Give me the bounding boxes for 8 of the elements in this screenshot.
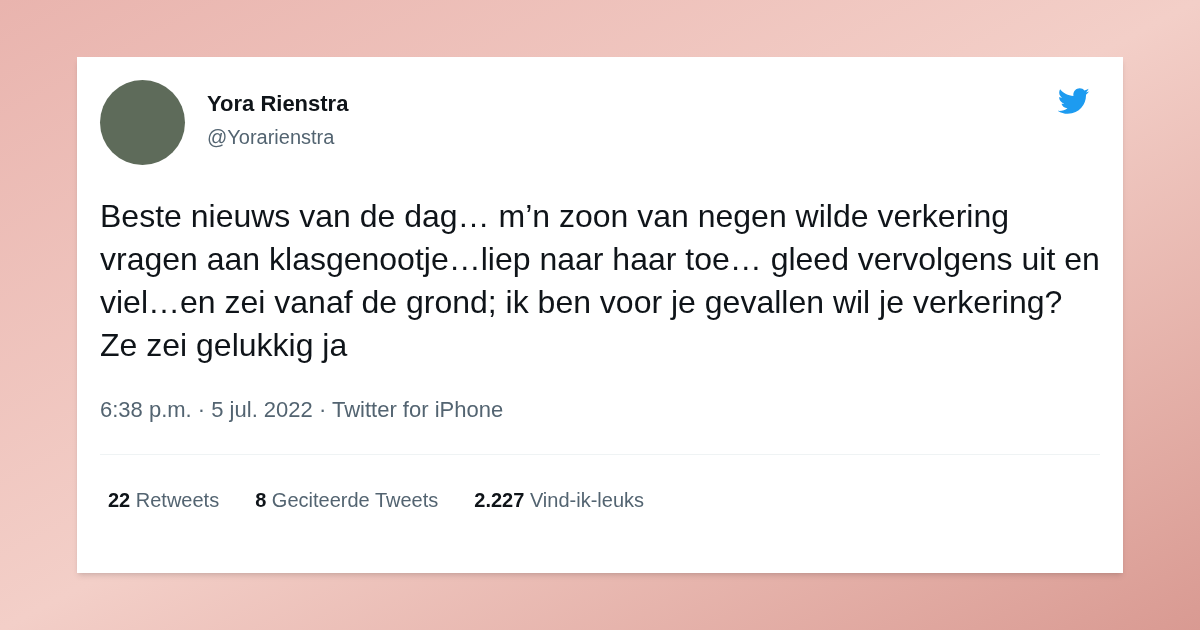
tweet-timestamp[interactable]: 6:38 p.m. · 5 jul. 2022 · Twitter for iPhone (100, 393, 1100, 426)
tweet-stat-link[interactable]: 8 Geciteerde Tweets (255, 485, 439, 515)
tweet-stat-link[interactable]: 2.227 Vind-ik-leuks (474, 485, 644, 515)
author-handle[interactable]: @Yorarienstra (207, 124, 349, 150)
bird-logo-icon (1058, 88, 1090, 115)
tweet-stat-link[interactable]: 22 Retweets (108, 485, 220, 515)
tweet-text: Beste nieuws van de dag… m’n zoon van negen wilde verkering vragen aan klasgenootje…liep naar haar toe… gleed vervolgens uit en viel…en zei vanaf de grond; ik ben voor je gevallen wil je verkering? Ze zei gelukkig ja (100, 197, 1100, 365)
author-name[interactable]: Yora Rienstra (207, 90, 349, 118)
